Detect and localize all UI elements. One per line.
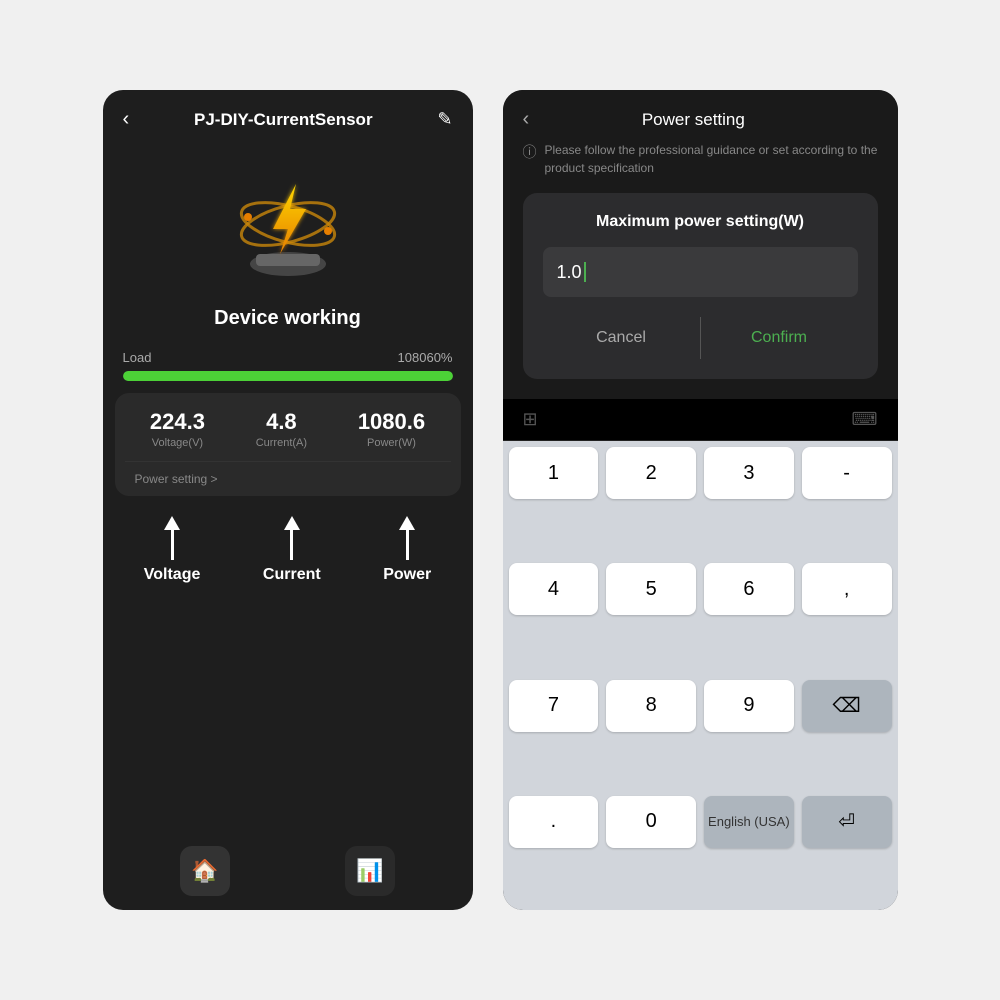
key-4[interactable]: 4 (509, 563, 599, 615)
power-value: 1080.6 (358, 409, 425, 435)
current-arrow-label: Current (263, 566, 321, 584)
current-value: 4.8 (256, 409, 307, 435)
metrics-row: 224.3 Voltage(V) 4.8 Current(A) 1080.6 P… (125, 409, 451, 462)
keyboard-toolbar: ⊞ ⌨ (503, 399, 898, 441)
keyboard-layout-icon[interactable]: ⊞ (523, 409, 538, 430)
keyboard-dismiss-icon[interactable]: ⌨ (852, 409, 878, 430)
arrow-current: Current (263, 516, 321, 584)
right-panel: ‹ Power setting ⓘ Please follow the prof… (503, 90, 898, 910)
text-cursor (584, 262, 586, 282)
power-setting-link[interactable]: Power setting > (125, 472, 451, 486)
voltage-value: 224.3 (150, 409, 205, 435)
key-3[interactable]: 3 (704, 447, 794, 499)
left-panel: ‹ PJ-DIY-CurrentSensor ✎ (103, 90, 473, 910)
right-header: ‹ Power setting (503, 90, 898, 141)
key-9[interactable]: 9 (704, 680, 794, 732)
device-status: Device working (103, 307, 473, 330)
power-title: Power setting (539, 110, 847, 130)
power-arrow-head (399, 516, 415, 530)
modal-buttons: Cancel Confirm (543, 317, 858, 359)
key-6[interactable]: 6 (704, 563, 794, 615)
key-8[interactable]: 8 (606, 680, 696, 732)
chart-nav-button[interactable]: 📊 (345, 846, 395, 896)
current-arrow-head (284, 516, 300, 530)
numeric-keyboard: 123- 456, 789⌫.0English (USA)⏎ (503, 441, 898, 910)
voltage-label: Voltage(V) (150, 437, 205, 449)
home-nav-button[interactable]: 🏠 (180, 846, 230, 896)
power-label: Power(W) (358, 437, 425, 449)
load-header: Load 108060% (123, 350, 453, 365)
load-bar (123, 371, 453, 381)
load-fill (123, 371, 453, 381)
key-_[interactable]: ⏎ (802, 796, 892, 848)
info-text: Please follow the professional guidance … (545, 141, 878, 177)
key-0[interactable]: 0 (606, 796, 696, 848)
confirm-button[interactable]: Confirm (701, 317, 858, 359)
key-_[interactable]: , (802, 563, 892, 615)
voltage-arrow-label: Voltage (144, 566, 201, 584)
key-5[interactable]: 5 (606, 563, 696, 615)
arrows-labels: Voltage Current Power (103, 496, 473, 594)
metric-current: 4.8 Current(A) (256, 409, 307, 449)
info-bar: ⓘ Please follow the professional guidanc… (503, 141, 898, 193)
left-header: ‹ PJ-DIY-CurrentSensor ✎ (103, 90, 473, 149)
device-icon-area (103, 149, 473, 299)
metric-power: 1080.6 Power(W) (358, 409, 425, 449)
power-arrow-stem (406, 530, 409, 560)
modal-title: Maximum power setting(W) (543, 213, 858, 231)
modal-input-area[interactable]: 1.0 (543, 247, 858, 297)
load-label: Load (123, 350, 152, 365)
bottom-nav: 🏠 📊 (103, 832, 473, 910)
key-_[interactable]: ⌫ (802, 680, 892, 732)
key-1[interactable]: 1 (509, 447, 599, 499)
metric-voltage: 224.3 Voltage(V) (150, 409, 205, 449)
load-value: 108060% (398, 350, 453, 365)
arrow-power: Power (383, 516, 431, 584)
cancel-button[interactable]: Cancel (543, 317, 701, 359)
arrow-voltage: Voltage (144, 516, 201, 584)
current-arrow-stem (290, 530, 293, 560)
back-button[interactable]: ‹ (123, 108, 130, 131)
current-label: Current(A) (256, 437, 307, 449)
home-icon: 🏠 (191, 858, 218, 884)
key-7[interactable]: 7 (509, 680, 599, 732)
info-icon: ⓘ (523, 142, 537, 163)
power-back-button[interactable]: ‹ (523, 108, 530, 131)
power-arrow-label: Power (383, 566, 431, 584)
chart-icon: 📊 (356, 858, 383, 884)
voltage-arrow-stem (171, 530, 174, 560)
edit-button[interactable]: ✎ (437, 109, 452, 130)
modal-input-value: 1.0 (557, 262, 582, 283)
load-section: Load 108060% (103, 350, 473, 393)
key-English__USA_[interactable]: English (USA) (704, 796, 794, 848)
power-modal: Maximum power setting(W) 1.0 Cancel Conf… (523, 193, 878, 379)
device-icon (228, 169, 348, 289)
key-_[interactable]: - (802, 447, 892, 499)
metrics-card: 224.3 Voltage(V) 4.8 Current(A) 1080.6 P… (115, 393, 461, 496)
voltage-arrow-head (164, 516, 180, 530)
device-title: PJ-DIY-CurrentSensor (194, 110, 373, 130)
key-2[interactable]: 2 (606, 447, 696, 499)
right-top: ‹ Power setting ⓘ Please follow the prof… (503, 90, 898, 399)
key-_[interactable]: . (509, 796, 599, 848)
